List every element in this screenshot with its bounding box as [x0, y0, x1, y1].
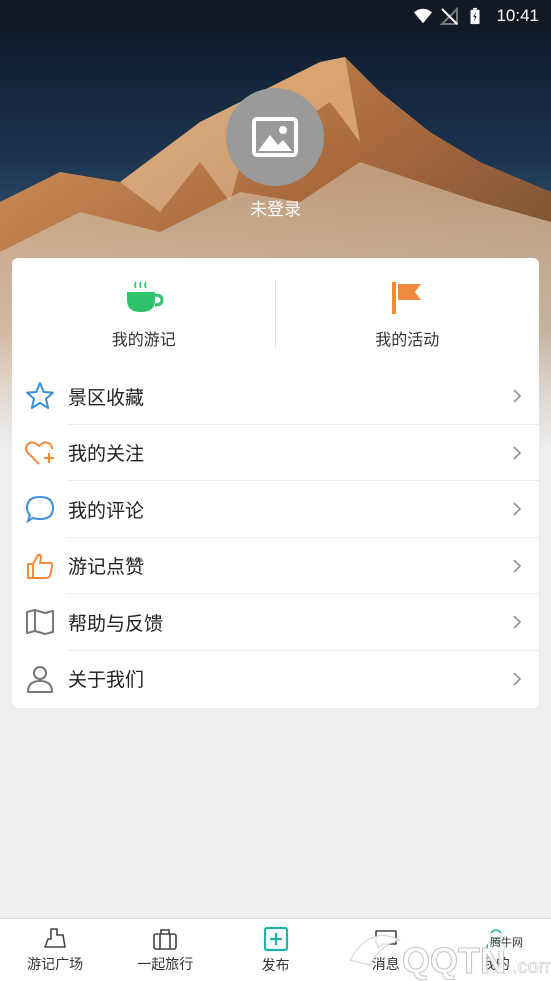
user-icon: [24, 663, 56, 695]
menu-item-help-feedback[interactable]: 帮助与反馈: [12, 594, 539, 651]
flag-icon: [392, 282, 422, 314]
book-icon: [24, 606, 56, 638]
quick-actions: 我的游记 我的活动: [12, 258, 539, 368]
profile-card: 我的游记 我的活动 景区收藏 我的关注 我的评论 游记点赞 帮助与反馈 关于我们: [12, 258, 539, 708]
message-icon: [374, 929, 397, 949]
avatar[interactable]: [226, 88, 324, 186]
nav-travel-square[interactable]: 游记广场: [0, 919, 110, 981]
menu-list: 景区收藏 我的关注 我的评论 游记点赞 帮助与反馈 关于我们: [12, 368, 539, 707]
menu-label: 帮助与反馈: [68, 612, 164, 635]
menu-label: 游记点赞: [68, 556, 145, 579]
nav-label: 游记广场: [27, 956, 84, 973]
menu-label: 我的关注: [68, 443, 145, 466]
chevron-right-icon: [513, 389, 522, 403]
chevron-right-icon: [513, 559, 522, 573]
nav-label: 一起旅行: [137, 956, 194, 973]
my-travel-notes-button[interactable]: 我的游记: [12, 258, 276, 368]
chevron-right-icon: [513, 615, 522, 629]
comment-icon: [24, 493, 56, 525]
my-activities-label: 我的活动: [375, 330, 440, 349]
suitcase-icon: [153, 928, 178, 950]
menu-item-comments[interactable]: 我的评论: [12, 481, 539, 538]
nav-publish[interactable]: 发布: [220, 919, 330, 981]
nav-label: 消息: [371, 956, 400, 973]
my-travel-notes-label: 我的游记: [111, 330, 176, 349]
menu-item-about-us[interactable]: 关于我们: [12, 651, 539, 708]
divider: [275, 280, 276, 350]
login-status[interactable]: 未登录: [0, 195, 551, 220]
signal-off-icon: [440, 7, 459, 25]
menu-label: 我的评论: [68, 499, 145, 522]
watermark-text: 腾牛网: [488, 933, 525, 951]
add-icon: [263, 926, 288, 951]
chevron-right-icon: [513, 502, 522, 516]
my-activities-button[interactable]: 我的活动: [276, 258, 540, 368]
bottom-nav: 游记广场 一起旅行 发布 消息 我的: [0, 918, 551, 981]
status-bar: 10:41: [0, 0, 551, 32]
thumbs-up-icon: [24, 550, 56, 582]
status-time: 10:41: [496, 6, 539, 25]
menu-item-likes[interactable]: 游记点赞: [12, 538, 539, 595]
heart-plus-icon: [24, 437, 56, 469]
wifi-icon: [414, 8, 433, 24]
chevron-right-icon: [513, 672, 522, 686]
chevron-right-icon: [513, 446, 522, 460]
image-placeholder-icon: [252, 117, 298, 157]
menu-label: 景区收藏: [68, 386, 145, 409]
nav-label: 发布: [261, 957, 290, 974]
battery-icon: [470, 7, 480, 25]
menu-label: 关于我们: [68, 669, 145, 692]
travel-square-icon: [44, 927, 66, 948]
nav-travel-together[interactable]: 一起旅行: [110, 919, 220, 981]
nav-messages[interactable]: 消息: [331, 919, 441, 981]
star-icon: [24, 380, 56, 412]
menu-item-scenic-favorites[interactable]: 景区收藏: [12, 368, 539, 425]
tea-cup-icon: [126, 281, 164, 312]
menu-item-following[interactable]: 我的关注: [12, 425, 539, 482]
nav-label: 我的: [481, 956, 510, 973]
